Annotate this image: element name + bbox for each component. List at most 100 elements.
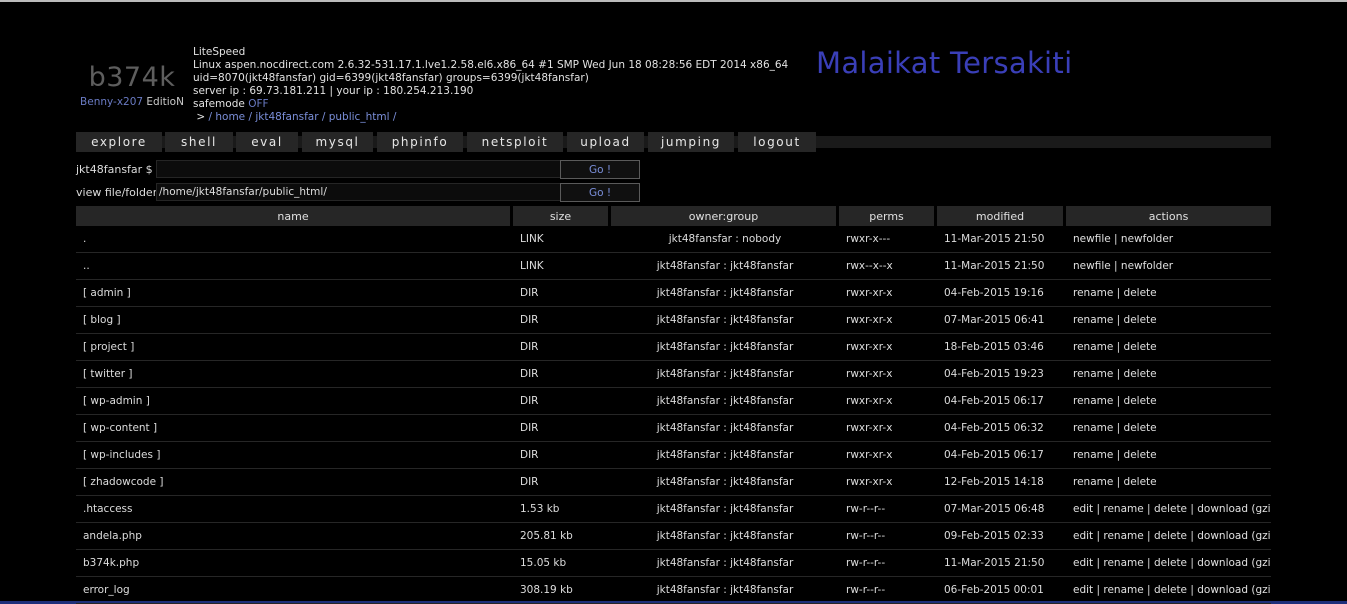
action-edit-link[interactable]: edit <box>1073 584 1093 596</box>
file-name[interactable]: [ wp-content ] <box>76 415 513 442</box>
action-newfolder-link[interactable]: newfolder <box>1121 260 1173 272</box>
menu-explore[interactable]: explore <box>76 132 162 152</box>
action-download-gzip-link[interactable]: download (gzip) <box>1197 557 1271 569</box>
header-perms[interactable]: perms <box>839 206 937 226</box>
command-go-button[interactable]: Go ! <box>560 160 640 179</box>
file-modified[interactable]: 18-Feb-2015 03:46 <box>937 334 1066 361</box>
file-name[interactable]: .. <box>76 253 513 280</box>
file-perms[interactable]: rwxr-x--- <box>839 226 937 253</box>
file-modified[interactable]: 04-Feb-2015 19:16 <box>937 280 1066 307</box>
action-delete-link[interactable]: delete <box>1124 287 1157 299</box>
action-rename-link[interactable]: rename <box>1103 530 1143 542</box>
file-perms[interactable]: rwxr-xr-x <box>839 469 937 496</box>
action-newfile-link[interactable]: newfile <box>1073 260 1111 272</box>
file-perms[interactable]: rwxr-xr-x <box>839 388 937 415</box>
file-name[interactable]: [ blog ] <box>76 307 513 334</box>
action-rename-link[interactable]: rename <box>1103 557 1143 569</box>
action-edit-link[interactable]: edit <box>1073 530 1093 542</box>
action-delete-link[interactable]: delete <box>1154 557 1187 569</box>
file-name[interactable]: andela.php <box>76 523 513 550</box>
action-delete-link[interactable]: delete <box>1124 368 1157 380</box>
action-rename-link[interactable]: rename <box>1073 449 1113 461</box>
menu-phpinfo[interactable]: phpinfo <box>377 132 463 152</box>
file-perms[interactable]: rwxr-xr-x <box>839 415 937 442</box>
action-newfolder-link[interactable]: newfolder <box>1121 233 1173 245</box>
action-delete-link[interactable]: delete <box>1124 341 1157 353</box>
file-modified[interactable]: 11-Mar-2015 21:50 <box>937 550 1066 577</box>
action-rename-link[interactable]: rename <box>1073 314 1113 326</box>
menu-mysql[interactable]: mysql <box>302 132 373 152</box>
action-download-gzip-link[interactable]: download (gzip) <box>1197 503 1271 515</box>
menu-eval[interactable]: eval <box>236 132 298 152</box>
action-delete-link[interactable]: delete <box>1124 395 1157 407</box>
action-newfile-link[interactable]: newfile <box>1073 233 1111 245</box>
menu-shell[interactable]: shell <box>165 132 233 152</box>
action-delete-link[interactable]: delete <box>1124 314 1157 326</box>
action-rename-link[interactable]: rename <box>1073 341 1113 353</box>
action-delete-link[interactable]: delete <box>1154 503 1187 515</box>
file-modified[interactable]: 11-Mar-2015 21:50 <box>937 253 1066 280</box>
header-name[interactable]: name <box>76 206 513 226</box>
action-rename-link[interactable]: rename <box>1103 503 1143 515</box>
file-perms[interactable]: rw-r--r-- <box>839 523 937 550</box>
file-perms[interactable]: rw-r--r-- <box>839 577 937 604</box>
menu-jumping[interactable]: jumping <box>648 132 734 152</box>
file-modified[interactable]: 07-Mar-2015 06:41 <box>937 307 1066 334</box>
header-modified[interactable]: modified <box>937 206 1066 226</box>
file-perms[interactable]: rw-r--r-- <box>839 550 937 577</box>
file-name[interactable]: . <box>76 226 513 253</box>
file-name[interactable]: error_log <box>76 577 513 604</box>
file-name[interactable]: .htaccess <box>76 496 513 523</box>
banner-title: Malaikat Tersakiti <box>816 46 1073 80</box>
file-modified[interactable]: 11-Mar-2015 21:50 <box>937 226 1066 253</box>
file-perms[interactable]: rwxr-xr-x <box>839 280 937 307</box>
file-modified[interactable]: 04-Feb-2015 19:23 <box>937 361 1066 388</box>
file-modified[interactable]: 04-Feb-2015 06:32 <box>937 415 1066 442</box>
action-rename-link[interactable]: rename <box>1073 368 1113 380</box>
file-modified[interactable]: 12-Feb-2015 14:18 <box>937 469 1066 496</box>
file-perms[interactable]: rwx--x--x <box>839 253 937 280</box>
file-name[interactable]: [ twitter ] <box>76 361 513 388</box>
file-perms[interactable]: rw-r--r-- <box>839 496 937 523</box>
file-modified[interactable]: 04-Feb-2015 06:17 <box>937 442 1066 469</box>
action-edit-link[interactable]: edit <box>1073 503 1093 515</box>
file-perms[interactable]: rwxr-xr-x <box>839 442 937 469</box>
action-rename-link[interactable]: rename <box>1103 584 1143 596</box>
header-owner[interactable]: owner:group <box>611 206 839 226</box>
file-name[interactable]: [ wp-admin ] <box>76 388 513 415</box>
file-perms[interactable]: rwxr-xr-x <box>839 361 937 388</box>
file-modified[interactable]: 04-Feb-2015 06:17 <box>937 388 1066 415</box>
action-rename-link[interactable]: rename <box>1073 395 1113 407</box>
file-perms[interactable]: rwxr-xr-x <box>839 307 937 334</box>
menu-netsploit[interactable]: netsploit <box>467 132 563 152</box>
file-modified[interactable]: 07-Mar-2015 06:48 <box>937 496 1066 523</box>
path-prefix: > <box>193 111 209 123</box>
action-delete-link[interactable]: delete <box>1124 476 1157 488</box>
header-size[interactable]: size <box>513 206 611 226</box>
file-name[interactable]: [ project ] <box>76 334 513 361</box>
path-links[interactable]: / home / jkt48fansfar / public_html / <box>208 111 396 123</box>
view-go-button[interactable]: Go ! <box>560 183 640 202</box>
action-delete-link[interactable]: delete <box>1124 449 1157 461</box>
action-delete-link[interactable]: delete <box>1124 422 1157 434</box>
action-rename-link[interactable]: rename <box>1073 287 1113 299</box>
file-name[interactable]: [ wp-includes ] <box>76 442 513 469</box>
action-download-gzip-link[interactable]: download (gzip) <box>1197 530 1271 542</box>
file-modified[interactable]: 06-Feb-2015 00:01 <box>937 577 1066 604</box>
action-download-gzip-link[interactable]: download (gzip) <box>1197 584 1271 596</box>
file-owner: jkt48fansfar : jkt48fansfar <box>611 280 839 307</box>
action-delete-link[interactable]: delete <box>1154 584 1187 596</box>
file-perms[interactable]: rwxr-xr-x <box>839 334 937 361</box>
action-rename-link[interactable]: rename <box>1073 422 1113 434</box>
file-size: DIR <box>513 415 611 442</box>
action-delete-link[interactable]: delete <box>1154 530 1187 542</box>
menu-upload[interactable]: upload <box>567 132 644 152</box>
file-name[interactable]: [ admin ] <box>76 280 513 307</box>
action-edit-link[interactable]: edit <box>1073 557 1093 569</box>
menu-logout[interactable]: logout <box>738 132 816 152</box>
action-rename-link[interactable]: rename <box>1073 476 1113 488</box>
file-modified[interactable]: 09-Feb-2015 02:33 <box>937 523 1066 550</box>
action-separator: | <box>1093 584 1104 596</box>
file-name[interactable]: b374k.php <box>76 550 513 577</box>
file-name[interactable]: [ zhadowcode ] <box>76 469 513 496</box>
